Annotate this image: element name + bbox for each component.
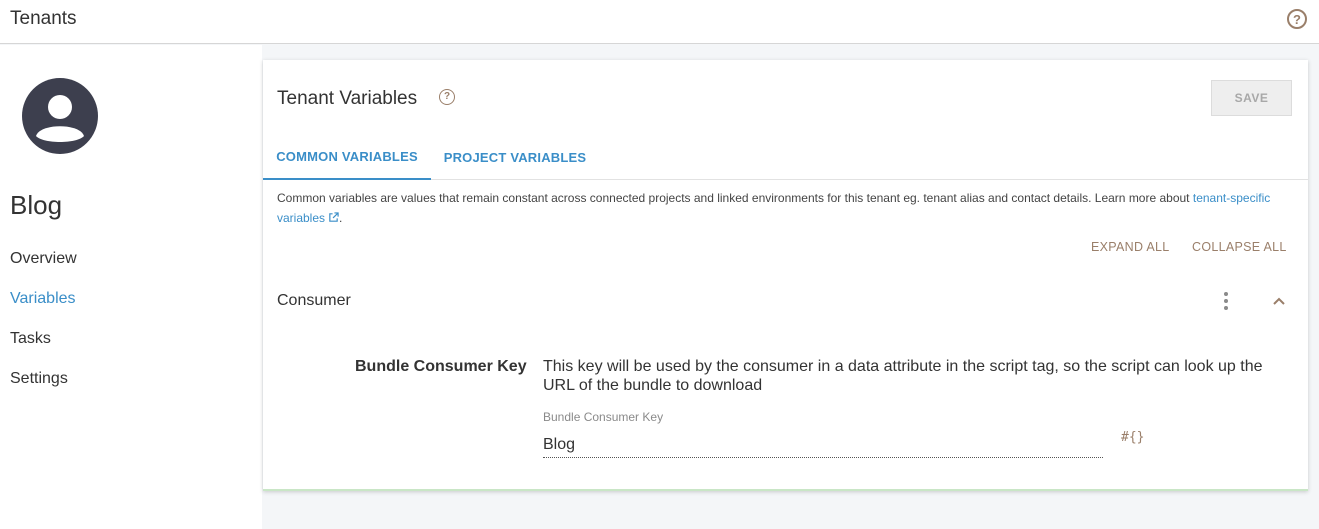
tab-project-variables[interactable]: PROJECT VARIABLES — [431, 135, 599, 180]
sidebar-item-settings[interactable]: Settings — [10, 370, 68, 388]
description-text: Common variables are values that remain … — [277, 188, 1287, 228]
insert-variable-icon[interactable]: #{} — [1121, 430, 1144, 445]
save-button[interactable]: SAVE — [1211, 80, 1292, 116]
bundle-consumer-key-input[interactable] — [543, 428, 1103, 458]
collapse-all-button[interactable]: COLLAPSE ALL — [1192, 240, 1287, 254]
sidebar-item-tasks[interactable]: Tasks — [10, 330, 51, 348]
sidebar-item-variables[interactable]: Variables — [10, 290, 76, 308]
description-body: Common variables are values that remain … — [277, 191, 1193, 205]
tenant-variables-panel: Tenant Variables ? SAVE COMMON VARIABLES… — [263, 60, 1308, 491]
sidebar: Blog Overview Variables Tasks Settings — [0, 45, 262, 529]
tab-common-variables[interactable]: COMMON VARIABLES — [263, 135, 431, 180]
variable-name: Bundle Consumer Key — [355, 358, 527, 375]
user-avatar-icon — [22, 78, 98, 154]
description-end: . — [339, 211, 343, 225]
page-title: Tenants — [10, 8, 77, 29]
more-vertical-icon[interactable] — [1223, 291, 1229, 311]
sidebar-item-overview[interactable]: Overview — [10, 250, 77, 268]
chevron-up-icon[interactable] — [1271, 294, 1287, 308]
tenant-name: Blog — [10, 190, 63, 220]
group-title: Consumer — [277, 292, 351, 309]
question-circle-icon[interactable]: ? — [439, 89, 455, 105]
top-bar: Tenants ? — [0, 0, 1319, 44]
tab-bar: COMMON VARIABLES PROJECT VARIABLES — [263, 135, 1308, 180]
expand-all-button[interactable]: EXPAND ALL — [1091, 240, 1170, 254]
field-label: Bundle Consumer Key — [543, 410, 664, 424]
variable-description: This key will be used by the consumer in… — [543, 358, 1263, 394]
question-circle-icon[interactable]: ? — [1287, 9, 1307, 29]
external-link-icon — [329, 212, 339, 222]
panel-title: Tenant Variables — [277, 88, 418, 109]
